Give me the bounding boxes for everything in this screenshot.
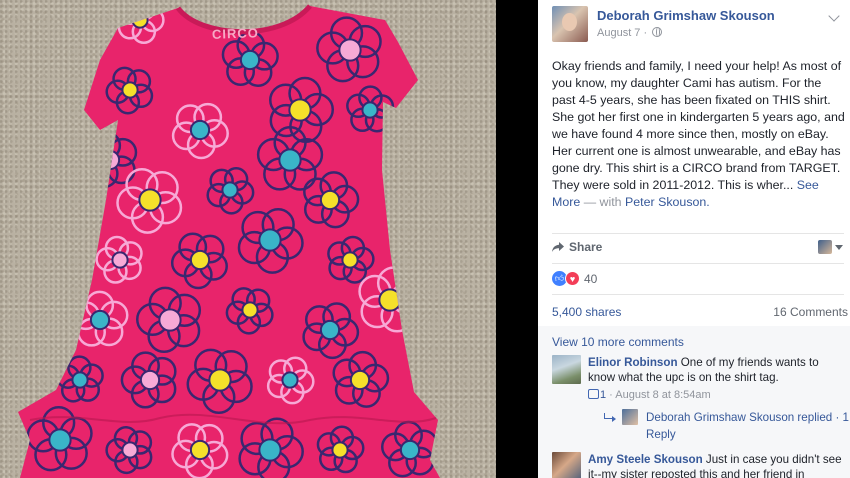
commenter-avatar[interactable] [552, 355, 581, 384]
comment-like-count[interactable]: 1 [600, 389, 606, 401]
replier-avatar [622, 409, 638, 425]
comment-time[interactable]: August 8 at 8:54am [615, 389, 710, 401]
post-photo[interactable]: CIRCO [0, 0, 538, 478]
tagged-person-link[interactable]: Peter Skouson. [625, 195, 710, 209]
comment-item: Elinor Robinson One of my friends wants … [552, 355, 849, 445]
thumbs-up-icon [588, 389, 599, 399]
comment-body: Amy Steele Skouson Just in case you didn… [588, 452, 844, 478]
pink-flower-shirt [18, 4, 440, 478]
reply-arrow-icon [604, 413, 616, 422]
share-icon[interactable] [552, 242, 564, 252]
chevron-down-icon[interactable] [828, 10, 840, 22]
commenter-name[interactable]: Elinor Robinson [588, 356, 678, 369]
love-reaction-icon: ♥ [565, 271, 580, 286]
shirt-brand-label: CIRCO [211, 25, 260, 42]
post-date-text[interactable]: August 7 [597, 27, 640, 39]
divider [552, 233, 844, 234]
author-name[interactable]: Deborah Grimshaw Skouson [597, 8, 775, 23]
caret-down-icon[interactable] [835, 245, 843, 250]
commenter-name[interactable]: Amy Steele Skouson [588, 453, 703, 466]
post-panel: Deborah Grimshaw Skouson August 7 · Okay… [538, 0, 850, 478]
divider [552, 294, 844, 295]
engagement-counts: 5,400 shares 16 Comments [552, 305, 848, 319]
comments-section: View 10 more comments Elinor Robinson On… [538, 326, 850, 478]
author-avatar[interactable] [552, 6, 588, 42]
post-header: Deborah Grimshaw Skouson August 7 · [552, 6, 842, 46]
comment-item: Amy Steele Skouson Just in case you didn… [552, 452, 844, 478]
divider [552, 263, 844, 264]
post-body-text: Okay friends and family, I need your hel… [552, 59, 845, 192]
comment-meta: 1 · August 8 at 8:54am [588, 389, 711, 401]
reply-link[interactable]: Reply [646, 428, 676, 441]
with-text: — with [583, 195, 622, 209]
globe-icon [652, 27, 663, 37]
post-timestamp[interactable]: August 7 · [597, 27, 663, 39]
post-body: Okay friends and family, I need your hel… [552, 58, 848, 211]
commenter-avatar[interactable] [552, 452, 581, 478]
share-button[interactable]: Share [569, 240, 602, 254]
reply-summary-text[interactable]: Deborah Grimshaw Skouson replied · 1 [646, 411, 849, 424]
comment-body: Elinor Robinson One of my friends wants … [588, 355, 844, 385]
shares-count[interactable]: 5,400 shares [552, 305, 621, 319]
view-more-comments-link[interactable]: View 10 more comments [552, 335, 684, 349]
comments-count[interactable]: 16 Comments [773, 305, 848, 319]
reaction-count[interactable]: 40 [584, 272, 597, 286]
action-bar: Share [552, 240, 844, 256]
audience-avatar[interactable] [818, 240, 832, 254]
